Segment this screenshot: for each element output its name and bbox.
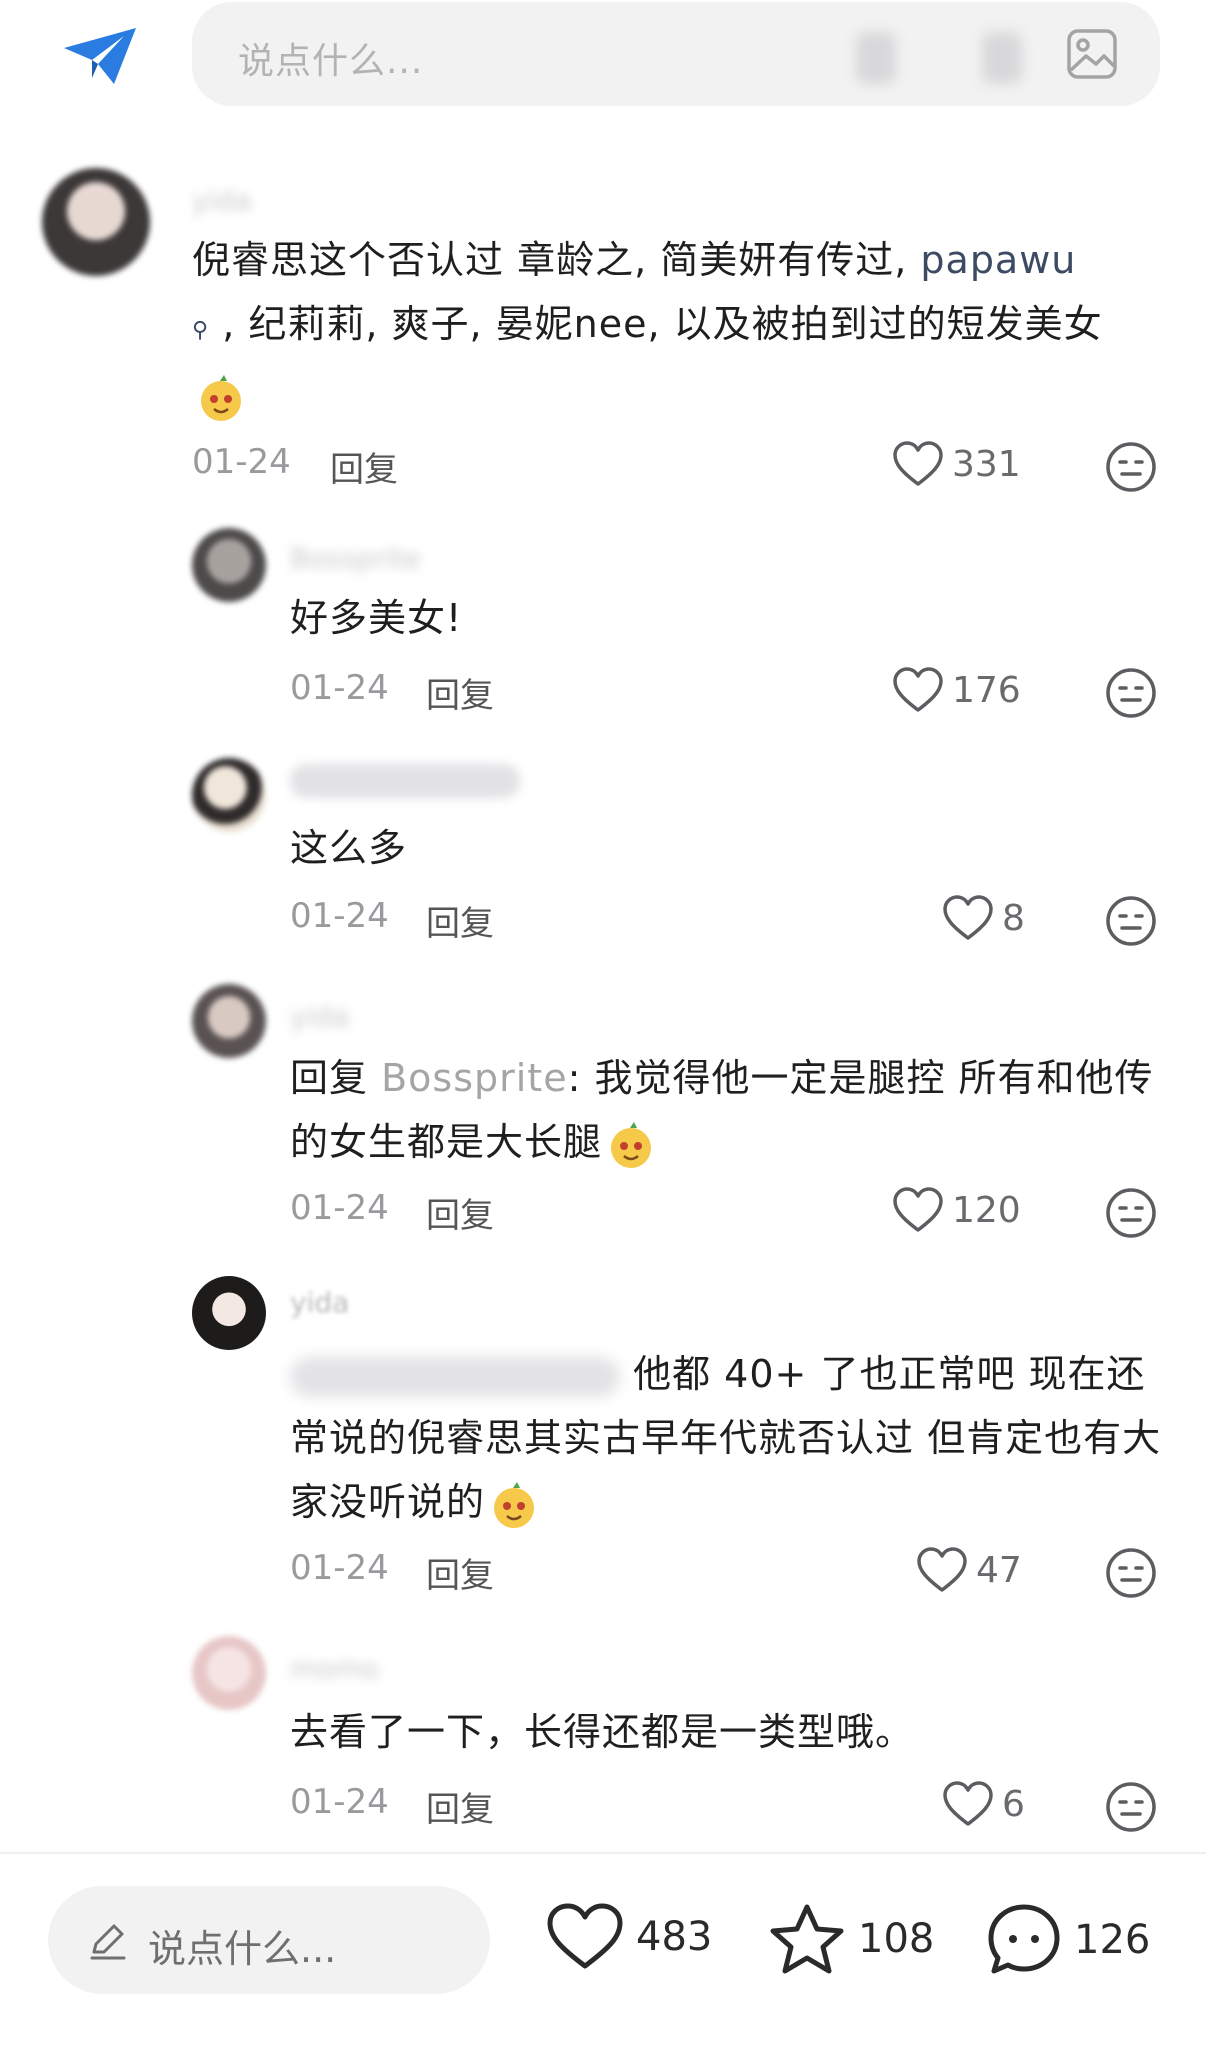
blurred-icon xyxy=(982,32,1022,84)
avatar[interactable] xyxy=(192,984,266,1058)
image-icon[interactable] xyxy=(1066,28,1118,80)
search-icon[interactable]: ⚲ xyxy=(192,318,209,343)
neutral-face-icon[interactable] xyxy=(1104,666,1158,720)
comment-date: 01-24 xyxy=(290,1188,389,1228)
reply-to-username[interactable]: Bossprite xyxy=(381,1056,568,1100)
bottom-input-placeholder: 说点什么... xyxy=(148,1927,337,1971)
comments-button[interactable]: 126 xyxy=(986,1902,1150,1978)
reply-prefix: 回复 xyxy=(290,1056,382,1100)
comment-count: 126 xyxy=(1074,1917,1151,1963)
comment-text: 回复 Bossprite: 我觉得他一定是腿控 所有和他传的女生都是大长腿 xyxy=(290,1046,1170,1174)
blurred-icon xyxy=(856,32,896,84)
like-count: 176 xyxy=(952,669,1021,711)
comment-text-part: , 纪莉莉, 爽子, 晏妮nee, 以及被拍到过的短发美女 xyxy=(209,302,1103,346)
reply-button[interactable]: 回复 xyxy=(426,1188,494,1237)
comment-date: 01-24 xyxy=(290,1782,389,1822)
heart-icon xyxy=(893,441,943,486)
like-button[interactable]: 331 xyxy=(892,440,1021,488)
heart-icon xyxy=(893,667,943,712)
comment-date: 01-24 xyxy=(290,896,389,936)
comment-date: 01-24 xyxy=(290,668,389,708)
top-comment-input[interactable]: 说点什么... xyxy=(192,2,1160,106)
neutral-face-icon[interactable] xyxy=(1104,894,1158,948)
reply-button[interactable]: 回复 xyxy=(426,668,494,717)
star-icon xyxy=(770,1904,844,1974)
like-button[interactable]: 6 xyxy=(942,1780,1025,1828)
like-button[interactable]: 120 xyxy=(892,1186,1021,1234)
heart-icon xyxy=(943,895,993,940)
chat-bubble-icon xyxy=(988,1904,1060,1974)
comment-text: 好多美女! xyxy=(290,596,463,640)
username[interactable] xyxy=(290,764,520,798)
comment-text-part: 倪睿思这个否认过 章龄之, 简美妍有传过, xyxy=(192,238,921,282)
like-count: 120 xyxy=(952,1189,1021,1231)
smiling-face-emoji xyxy=(494,1481,535,1528)
bottom-action-bar: 说点什么... 483 108 126 xyxy=(0,1852,1206,2066)
like-count: 8 xyxy=(1002,897,1025,939)
like-button[interactable]: 47 xyxy=(916,1546,1022,1594)
post-like-button[interactable]: 483 xyxy=(546,1902,712,1972)
bottom-comment-input[interactable]: 说点什么... xyxy=(48,1886,490,1994)
pen-icon xyxy=(90,1924,126,1960)
reply-button[interactable]: 回复 xyxy=(426,1782,494,1831)
reply-button[interactable]: 回复 xyxy=(330,442,398,491)
username[interactable]: yida xyxy=(290,1286,349,1319)
comment-date: 01-24 xyxy=(192,442,291,482)
comment-text: 他都 40+ 了也正常吧 现在还常说的倪睿思其实古早年代就否认过 但肯定也有大家… xyxy=(290,1342,1170,1534)
top-bar: 说点什么... xyxy=(0,0,1206,130)
top-input-placeholder: 说点什么... xyxy=(238,41,424,82)
like-button[interactable]: 176 xyxy=(892,666,1021,714)
smiling-face-emoji xyxy=(611,1121,652,1168)
smiling-face-emoji xyxy=(201,374,241,421)
neutral-face-icon[interactable] xyxy=(1104,1780,1158,1834)
like-count: 331 xyxy=(952,443,1021,485)
heart-icon xyxy=(893,1187,943,1232)
like-count: 47 xyxy=(976,1549,1022,1591)
username[interactable]: momo xyxy=(290,1652,379,1685)
like-button[interactable]: 8 xyxy=(942,894,1025,942)
avatar[interactable] xyxy=(192,528,266,602)
avatar[interactable] xyxy=(42,168,150,276)
heart-icon xyxy=(943,1781,993,1826)
comment-date: 01-24 xyxy=(290,1548,389,1588)
username[interactable]: yida xyxy=(290,1000,349,1033)
paper-plane-icon[interactable] xyxy=(62,26,138,86)
username[interactable]: yida xyxy=(192,184,251,217)
blurred-mention xyxy=(290,1356,620,1397)
neutral-face-icon[interactable] xyxy=(1104,440,1158,494)
heart-icon xyxy=(547,1903,623,1969)
favorite-button[interactable]: 108 xyxy=(768,1902,934,1976)
avatar[interactable] xyxy=(192,1636,266,1710)
comment-text: 这么多 xyxy=(290,826,408,870)
reply-button[interactable]: 回复 xyxy=(426,1548,494,1597)
avatar[interactable] xyxy=(192,758,266,832)
avatar[interactable] xyxy=(192,1276,266,1350)
mention-link[interactable]: papawu xyxy=(920,238,1076,282)
like-count: 6 xyxy=(1002,1783,1025,1825)
favorite-count: 108 xyxy=(858,1916,935,1962)
comment-text: 倪睿思这个否认过 章龄之, 简美妍有传过, papawu ⚲ , 纪莉莉, 爽子… xyxy=(192,228,1152,427)
username[interactable]: Bossprite xyxy=(290,542,421,575)
neutral-face-icon[interactable] xyxy=(1104,1546,1158,1600)
reply-button[interactable]: 回复 xyxy=(426,896,494,945)
heart-icon xyxy=(917,1547,967,1592)
comment-text: 去看了一下，长得还都是一类型哦。 xyxy=(290,1710,915,1754)
post-like-count: 483 xyxy=(636,1914,713,1960)
neutral-face-icon[interactable] xyxy=(1104,1186,1158,1240)
